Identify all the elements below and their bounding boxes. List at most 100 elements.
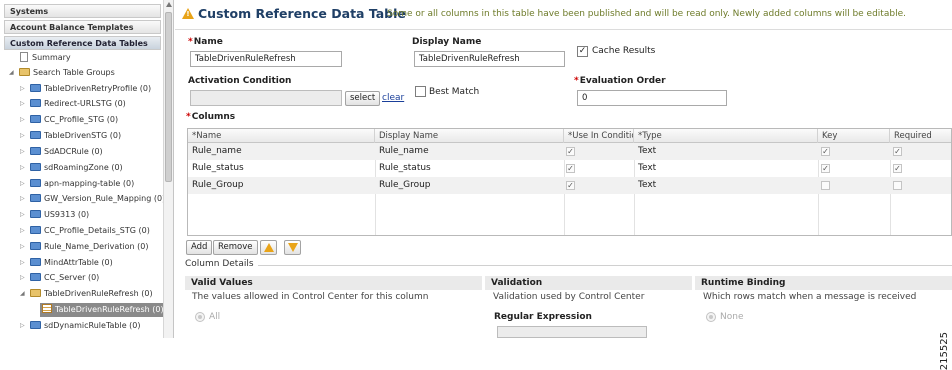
move-down-button[interactable] — [284, 240, 301, 255]
tree-item[interactable]: ▷ SdADCRule (0) — [20, 145, 103, 159]
expand-open-icon[interactable]: ◢ — [9, 66, 17, 80]
tree-item[interactable]: ▷ TableDrivenSTG (0) — [20, 129, 121, 143]
table-row[interactable]: Rule_status Rule_status ✓ Text ✓ ✓ — [188, 160, 951, 177]
tree-item[interactable]: ▷ apn-mapping-table (0) — [20, 177, 134, 191]
tree-item-selected[interactable]: TableDrivenRuleRefresh (0) — [40, 303, 167, 317]
col-header-required[interactable]: Required — [890, 129, 951, 143]
tree-item[interactable]: ▷ CC_Profile_STG (0) — [20, 113, 118, 127]
cache-results-checkbox[interactable]: ✓ — [577, 46, 588, 57]
tree-item[interactable]: ▷ TableDrivenRetryProfile (0) — [20, 82, 151, 96]
tree-item[interactable]: ▷ sdRoamingZone (0) — [20, 161, 123, 175]
cell-required-checkbox[interactable]: ✓ — [893, 164, 902, 173]
display-name-field[interactable]: TableDrivenRuleRefresh — [414, 51, 565, 67]
accordion-systems[interactable]: Systems — [4, 4, 161, 18]
cell-display-name[interactable]: Rule_status — [375, 160, 564, 177]
tree-item[interactable]: ▷ Redirect-URLSTG (0) — [20, 97, 126, 111]
cell-name[interactable]: Rule_Group — [188, 177, 375, 194]
tree-item-label: TableDrivenRuleRefresh (0) — [44, 289, 153, 298]
tree-item-label: apn-mapping-table (0) — [44, 179, 135, 188]
cell-required-checkbox[interactable]: ✓ — [893, 147, 902, 156]
cell-type[interactable]: Text — [634, 177, 818, 194]
scrollbar-thumb[interactable] — [165, 12, 172, 182]
col-header-key[interactable]: Key — [818, 129, 890, 143]
expand-closed-icon[interactable]: ▷ — [20, 256, 28, 270]
column-details-divider — [185, 265, 952, 266]
validation-desc: Validation used by Control Center — [493, 292, 645, 302]
folder-icon — [30, 321, 41, 329]
validation-header: Validation — [485, 276, 692, 290]
expand-closed-icon[interactable]: ▷ — [20, 319, 28, 333]
tree-item-label: sdDynamicRuleTable (0) — [44, 321, 141, 330]
accordion-custom-reference-data-tables[interactable]: Custom Reference Data Tables — [4, 36, 161, 50]
col-header-display-name[interactable]: Display Name — [375, 129, 564, 143]
cell-display-name[interactable]: Rule_Group — [375, 177, 564, 194]
cache-results-label: Cache Results — [592, 46, 656, 56]
expand-closed-icon[interactable]: ▷ — [20, 145, 28, 159]
runtime-none-radio[interactable] — [706, 312, 716, 322]
cell-use-checkbox[interactable]: ✓ — [566, 181, 575, 190]
cell-type[interactable]: Text — [634, 160, 818, 177]
col-header-use-in-conditions[interactable]: *Use In Conditions — [564, 129, 634, 143]
expand-closed-icon[interactable]: ▷ — [20, 224, 28, 238]
cell-name[interactable]: Rule_name — [188, 143, 375, 160]
tree-summary[interactable]: Summary — [18, 51, 71, 65]
col-header-name[interactable]: *Name — [188, 129, 375, 143]
regex-field[interactable] — [497, 326, 647, 338]
expand-closed-icon[interactable]: ▷ — [20, 97, 28, 111]
name-field[interactable]: TableDrivenRuleRefresh — [190, 51, 342, 67]
evaluation-order-field[interactable]: 0 — [577, 90, 727, 106]
tree-search-table-groups[interactable]: ◢ Search Table Groups — [9, 66, 115, 80]
table-row[interactable]: Rule_name Rule_name ✓ Text ✓ ✓ — [188, 143, 951, 160]
cell-key-checkbox[interactable] — [821, 181, 830, 190]
scroll-up-icon[interactable] — [166, 2, 172, 7]
add-button[interactable]: Add — [186, 240, 213, 255]
remove-button[interactable]: Remove — [213, 240, 258, 255]
cell-display-name[interactable]: Rule_name — [375, 143, 564, 160]
best-match-checkbox[interactable] — [415, 86, 426, 97]
tree-item-label: CC_Profile_Details_STG (0) — [44, 226, 150, 235]
expand-closed-icon[interactable]: ▷ — [20, 192, 28, 206]
tree-item-expanded[interactable]: ◢ TableDrivenRuleRefresh (0) — [20, 287, 153, 301]
expand-closed-icon[interactable]: ▷ — [20, 177, 28, 191]
expand-closed-icon[interactable]: ▷ — [20, 82, 28, 96]
tree-item[interactable]: ▷ US9313 (0) — [20, 208, 89, 222]
cell-type[interactable]: Text — [634, 143, 818, 160]
tree-item-label: TableDrivenSTG (0) — [44, 131, 122, 140]
expand-closed-icon[interactable]: ▷ — [20, 129, 28, 143]
cell-name[interactable]: Rule_status — [188, 160, 375, 177]
expand-closed-icon[interactable]: ▷ — [20, 161, 28, 175]
cell-required-checkbox[interactable] — [893, 181, 902, 190]
expand-closed-icon[interactable]: ▷ — [20, 208, 28, 222]
header-note: Some or all columns in this table have b… — [387, 9, 906, 19]
move-up-button[interactable] — [260, 240, 277, 255]
col-header-type[interactable]: *Type — [634, 129, 818, 143]
grid-header: *Name Display Name *Use In Conditions *T… — [188, 129, 951, 143]
select-button[interactable]: select — [345, 91, 381, 106]
clear-link[interactable]: clear — [382, 93, 404, 103]
tree-item[interactable]: ▷ CC_Profile_Details_STG (0) — [20, 224, 150, 238]
expand-closed-icon[interactable]: ▷ — [20, 113, 28, 127]
tree-item-label: MindAttrTable (0) — [44, 258, 113, 267]
expand-closed-icon[interactable]: ▷ — [20, 271, 28, 285]
cell-use-checkbox[interactable]: ✓ — [566, 164, 575, 173]
cell-key-checkbox[interactable]: ✓ — [821, 147, 830, 156]
table-row[interactable]: Rule_Group Rule_Group ✓ Text — [188, 177, 951, 194]
arrow-down-icon — [288, 243, 298, 252]
tree-item[interactable]: ▷ CC_Server (0) — [20, 271, 99, 285]
folder-icon — [30, 258, 41, 266]
tree-item-label: CC_Server (0) — [44, 273, 100, 282]
accordion-account-balance-templates[interactable]: Account Balance Templates — [4, 20, 161, 34]
activation-condition-field[interactable] — [190, 90, 342, 106]
cell-use-checkbox[interactable]: ✓ — [566, 147, 575, 156]
sidebar-scrollbar[interactable] — [163, 0, 173, 338]
cell-key-checkbox[interactable]: ✓ — [821, 164, 830, 173]
required-marker: * — [574, 76, 579, 86]
expand-open-icon[interactable]: ◢ — [20, 287, 28, 301]
tree-item[interactable]: ▷ Rule_Name_Derivation (0) — [20, 240, 148, 254]
valid-values-all-radio[interactable] — [195, 312, 205, 322]
tree-item[interactable]: ▷ MindAttrTable (0) — [20, 256, 113, 270]
tree-item[interactable]: ▷ GW_Version_Rule_Mapping (0) — [20, 192, 165, 206]
expand-closed-icon[interactable]: ▷ — [20, 240, 28, 254]
columns-label-text: Columns — [191, 112, 236, 122]
tree-item[interactable]: ▷ sdDynamicRuleTable (0) — [20, 319, 141, 333]
